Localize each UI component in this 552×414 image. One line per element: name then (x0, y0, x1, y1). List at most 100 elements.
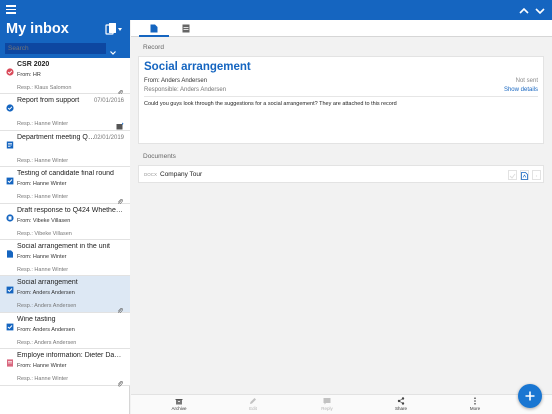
inbox-item-responsible: Resp.: Vibeke Villasen (17, 230, 72, 237)
record-responsible: Responsible: Anders Andersen (144, 87, 227, 93)
inbox-list-item[interactable]: Social arrangement From: Anders Andersen R… (0, 276, 130, 314)
blue-check-circle-icon (6, 99, 14, 112)
paperclip-icon (117, 301, 123, 314)
reply-icon (323, 398, 331, 405)
task-checkbox-icon (6, 318, 14, 331)
add-fab-button[interactable] (518, 384, 542, 408)
record-from: From: Anders Andersen (144, 78, 208, 84)
pencil-icon (250, 398, 256, 404)
inbox-item-from: From: Anders Andersen (17, 326, 75, 333)
inbox-item-responsible: Resp.: Hanne Winter (17, 266, 69, 273)
task-checkbox-icon (6, 281, 14, 294)
inbox-item-responsible: Resp.: Hanne Winter (17, 121, 69, 128)
paperclip-icon (117, 83, 123, 96)
pink-document-icon (6, 354, 14, 367)
inbox-item-from: From: Hanne Winter (17, 181, 67, 188)
inbox-list-item[interactable]: Department meeting Q1... 02/01/2019 Resp.:… (0, 130, 130, 168)
more-button[interactable]: More (455, 397, 495, 411)
top-app-bar (130, 0, 552, 20)
edit-label: Edit (249, 406, 257, 411)
reply-label: Reply (321, 406, 333, 411)
inbox-panel: My inbox CSR 2020 From: HR Resp.: Klaus Sa… (0, 0, 130, 414)
show-details-link[interactable]: Show details (504, 87, 538, 93)
inbox-item-title: Social arrangement (17, 279, 78, 287)
inbox-item-responsible: Resp.: Hanne Winter (17, 194, 69, 201)
edit-button[interactable]: Edit (233, 397, 273, 411)
archive-button[interactable]: Archive (159, 397, 199, 411)
bottom-toolbar: Archive Edit Reply Share More (131, 394, 552, 414)
task-checkbox-icon (6, 172, 14, 185)
inbox-item-title: Wine tasting (17, 315, 56, 323)
case-circle-icon (6, 209, 14, 222)
inbox-list-item[interactable]: Employe information: Dieter David... From… (0, 349, 130, 387)
share-label: Share (394, 406, 407, 411)
inbox-item-date: 02/01/2019 (93, 134, 124, 141)
red-check-circle-icon (6, 63, 14, 76)
inbox-item-from: From: Hanne Winter (17, 363, 67, 370)
inbox-list-item[interactable]: CSR 2020 From: HR Resp.: Klaus Salomon (0, 58, 130, 96)
documents-section-label: Documents (143, 153, 176, 160)
previous-item-chevron-up-icon[interactable] (518, 4, 530, 16)
record-title: Social arrangement (144, 61, 251, 73)
document-type: DOCX (144, 172, 158, 177)
document-more-icon[interactable] (532, 170, 541, 180)
archive-icon (175, 399, 183, 405)
inbox-list-item[interactable]: Wine tasting From: Anders Andersen Resp.: … (0, 312, 130, 350)
archive-box-icon (182, 24, 190, 33)
inbox-item-responsible: Resp.: Hanne Winter (17, 157, 69, 164)
search-input[interactable] (5, 43, 106, 54)
pdf-file-icon[interactable] (520, 170, 529, 180)
next-item-chevron-down-icon[interactable] (534, 4, 546, 16)
inbox-item-from: From: Vibeke Villasen (17, 217, 71, 224)
record-section-label: Record (143, 44, 164, 51)
inbox-item-title: Report from support (17, 97, 80, 105)
reply-button[interactable]: Reply (307, 397, 347, 411)
search-options-chevron-icon[interactable] (109, 44, 117, 55)
record-card: Social arrangement From: Anders Andersen… (138, 56, 544, 144)
inbox-item-responsible: Resp.: Klaus Salomon (17, 85, 72, 91)
tab-document[interactable] (139, 20, 169, 37)
inbox-item-title: Department meeting Q1... (17, 133, 97, 141)
inbox-item-title: Draft response to Q424 Whether c... (17, 206, 123, 214)
document-check-icon[interactable] (508, 170, 517, 180)
archive-label: Archive (171, 406, 187, 411)
menu-hamburger-icon[interactable] (6, 5, 16, 14)
inbox-item-responsible: Resp.: Anders Andersen (17, 339, 77, 346)
inbox-list: CSR 2020 From: HR Resp.: Klaus Salomon Repo… (0, 58, 130, 387)
inbox-item-title: Employe information: Dieter David... (17, 352, 123, 360)
inbox-item-title: Testing of candidate final round (17, 170, 114, 178)
meeting-document-icon (6, 136, 14, 149)
tab-archive-box[interactable] (171, 20, 201, 37)
more-label: More (469, 406, 481, 411)
document-stack-icon[interactable] (105, 22, 123, 36)
document-name: Company Tour (160, 171, 203, 178)
inbox-header: My inbox (0, 0, 130, 58)
inbox-item-from: From: HR (17, 72, 41, 78)
paperclip-icon (117, 192, 123, 205)
inbox-list-item[interactable]: Report from support 07/01/2016 Resp.: Hann… (0, 94, 130, 131)
inbox-item-title: CSR 2020 (17, 61, 50, 68)
document-icon (6, 245, 14, 258)
document-icon (150, 24, 158, 33)
inbox-list-item[interactable]: Draft response to Q424 Whether c... From:… (0, 203, 130, 240)
inbox-title: My inbox (6, 21, 69, 37)
new-folder-flag-icon (116, 117, 124, 130)
record-body: Could you guys look through the suggesti… (144, 101, 397, 107)
document-row[interactable]: DOCX Company Tour (138, 165, 544, 183)
inbox-list-item[interactable]: Social arrangement in the unit From: Hann… (0, 239, 130, 277)
paperclip-icon (117, 374, 123, 387)
share-icon (397, 397, 405, 405)
plus-icon (525, 391, 535, 401)
inbox-item-responsible: Resp.: Hanne Winter (17, 376, 69, 383)
record-status: Not sent (515, 78, 538, 84)
inbox-item-responsible: Resp.: Anders Andersen (17, 303, 77, 310)
inbox-item-from: From: Anders Andersen (17, 290, 75, 297)
inbox-list-item[interactable]: Testing of candidate final round From: Ha… (0, 167, 130, 205)
record-tabs (131, 20, 552, 37)
inbox-item-date: 07/01/2016 (93, 98, 124, 105)
inbox-item-from: From: Hanne Winter (17, 253, 67, 260)
more-vertical-icon (474, 397, 476, 405)
share-button[interactable]: Share (381, 397, 421, 411)
divider (144, 96, 538, 97)
inbox-item-title: Social arrangement in the unit (17, 242, 110, 250)
